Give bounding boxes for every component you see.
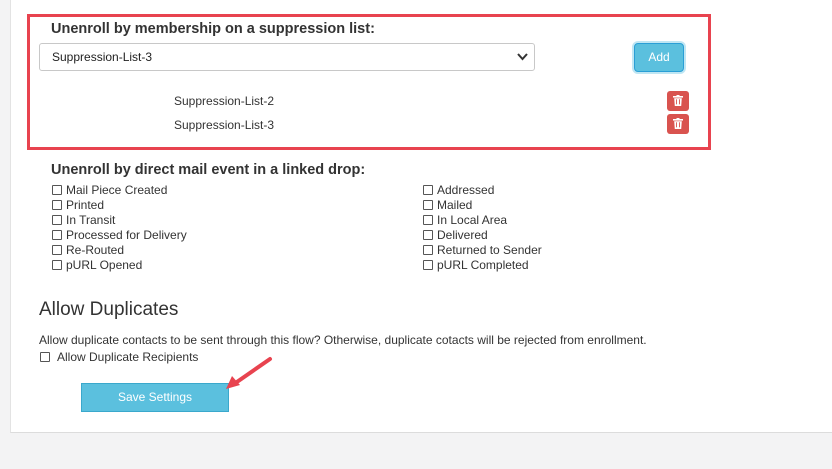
checkbox-printed[interactable]: Printed [52,198,104,213]
checkbox-delivered[interactable]: Delivered [423,228,488,243]
checkbox[interactable] [423,230,433,240]
checkbox-label: Addressed [437,183,495,197]
direct-mail-heading: Unenroll by direct mail event in a linke… [51,162,366,178]
checkbox[interactable] [52,200,62,210]
checkbox[interactable] [52,245,62,255]
checkbox[interactable] [52,260,62,270]
checkbox-label: Returned to Sender [437,243,542,257]
checkbox-label: Allow Duplicate Recipients [57,350,199,364]
checkbox[interactable] [423,200,433,210]
checkbox[interactable] [52,230,62,240]
checkbox-label: pURL Completed [437,258,529,272]
suppression-list-item: Suppression-List-2 [174,94,275,108]
checkbox-label: pURL Opened [66,258,143,272]
checkbox[interactable] [423,185,433,195]
checkbox-label: Printed [66,198,105,212]
suppression-heading: Unenroll by membership on a suppression … [51,21,375,37]
checkbox-in-local-area[interactable]: In Local Area [423,213,507,228]
checkbox[interactable] [423,245,433,255]
suppression-select-value: Suppression-List-3 [52,50,153,64]
arrow-annotation [226,357,272,389]
checkbox-returned-to-sender[interactable]: Returned to Sender [423,243,542,258]
checkbox-mailed[interactable]: Mailed [423,198,472,213]
allow-duplicates-heading: Allow Duplicates [39,299,179,320]
add-button[interactable]: Add [634,43,684,72]
suppression-list-select[interactable]: Suppression-List-3 [39,43,535,71]
checkbox-label: In Transit [66,213,116,227]
checkbox-label: Mail Piece Created [66,183,168,197]
checkbox-addressed[interactable]: Addressed [423,183,494,198]
checkbox-in-transit[interactable]: In Transit [52,213,115,228]
delete-button[interactable] [667,91,689,111]
checkbox-label: In Local Area [437,213,508,227]
checkbox[interactable] [52,185,62,195]
suppression-list-item: Suppression-List-3 [174,118,275,132]
checkbox[interactable] [40,352,50,362]
checkbox[interactable] [52,215,62,225]
checkbox-allow-duplicate-recipients[interactable]: Allow Duplicate Recipients [40,350,198,365]
checkbox-mail-piece-created[interactable]: Mail Piece Created [52,183,167,198]
chevron-down-icon [517,44,528,80]
checkbox-label: Processed for Delivery [66,228,187,242]
trash-icon [673,118,683,129]
checkbox[interactable] [423,215,433,225]
checkbox-processed-for-delivery[interactable]: Processed for Delivery [52,228,187,243]
trash-icon [673,95,683,106]
delete-button[interactable] [667,114,689,134]
checkbox[interactable] [423,260,433,270]
checkbox-label: Re-Routed [66,243,125,257]
checkbox-label: Delivered [437,228,488,242]
checkbox-re-routed[interactable]: Re-Routed [52,243,124,258]
allow-duplicates-description: Allow duplicate contacts to be sent thro… [39,333,647,347]
checkbox-label: Mailed [437,198,473,212]
checkbox-purl-opened[interactable]: pURL Opened [52,258,142,273]
checkbox-purl-completed[interactable]: pURL Completed [423,258,529,273]
save-settings-button[interactable]: Save Settings [81,383,229,412]
